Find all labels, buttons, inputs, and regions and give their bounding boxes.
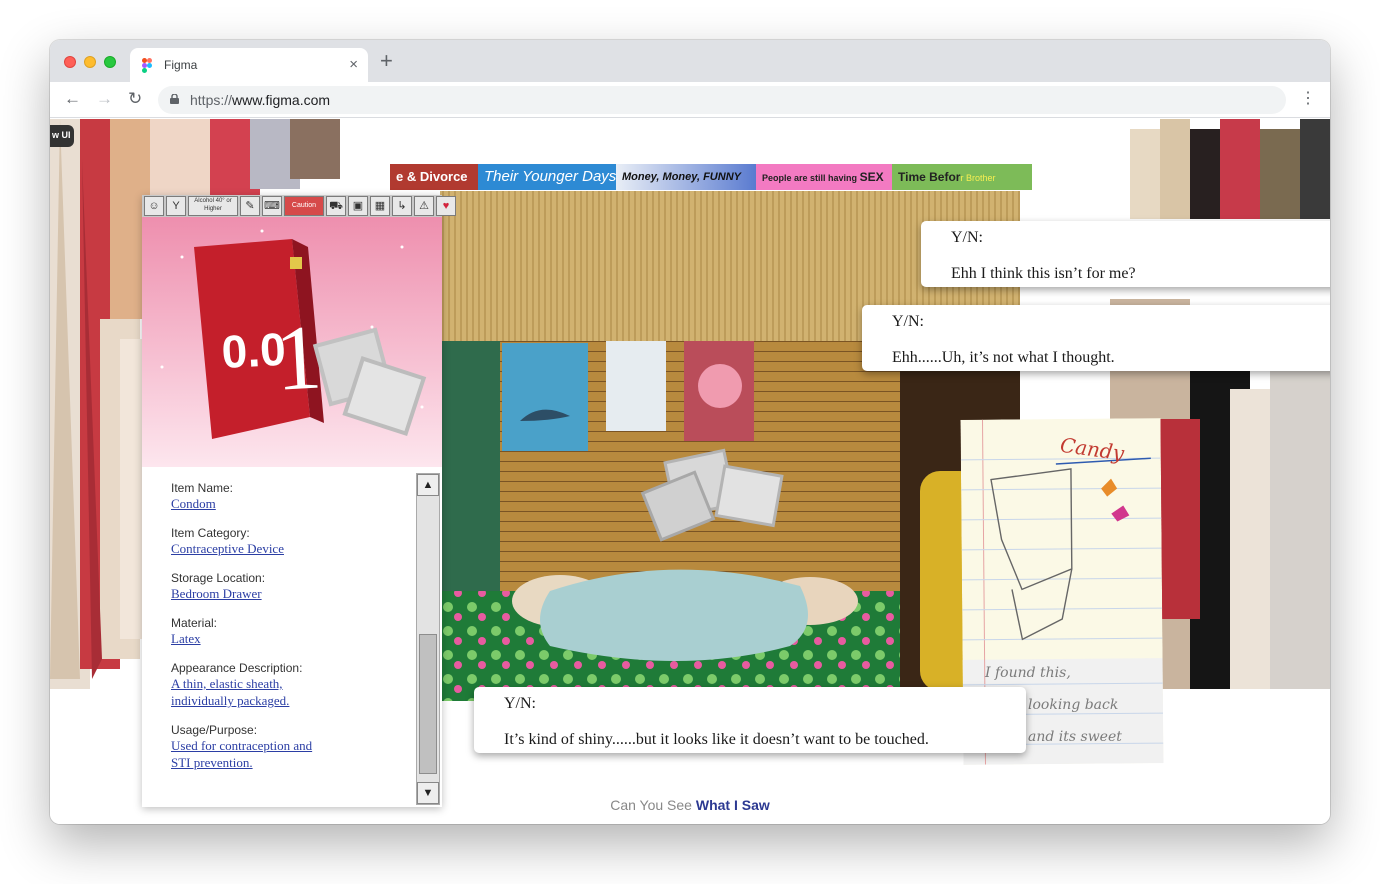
appearance-link[interactable]: A thin, elastic sheath, individually pac… — [171, 675, 301, 709]
dialog-line: Ehh I think this isn’t for me? — [951, 265, 1136, 282]
item-detail-list: Item Name: Condom Item Category: Contrac… — [142, 467, 414, 807]
browser-window: Figma × + ← → ↻ https://www.figma.com ⋮ — [50, 40, 1330, 824]
field-item-name: Item Name: Condom — [171, 481, 414, 512]
channel-label: People are still having — [762, 173, 858, 183]
field-appearance: Appearance Description: A thin, elastic … — [171, 661, 414, 709]
field-usage: Usage/Purpose: Used for contraception an… — [171, 723, 414, 771]
item-icon-toolbar: ☺ Y Alcohol 40° or Higher ✎ ⌨ Caution ⛟ … — [142, 195, 456, 217]
field-item-category: Item Category: Contraceptive Device — [171, 526, 414, 557]
keyboard-icon[interactable]: ⌨ — [262, 196, 282, 216]
chart-icon[interactable]: ▦ — [370, 196, 390, 216]
close-window-button[interactable] — [64, 56, 76, 68]
ui-badge: w UI — [50, 125, 74, 147]
dialog-box[interactable]: Y/N: Ehh I think this isn’t for me? — [921, 221, 1330, 287]
item-detail-panel: ☺ Y Alcohol 40° or Higher ✎ ⌨ Caution ⛟ … — [142, 195, 456, 807]
item-category-link[interactable]: Contraceptive Device — [171, 540, 351, 557]
dialog-box[interactable]: Y/N: Ehh......Uh, it’s not what I though… — [862, 305, 1330, 371]
picture-icon[interactable]: ▣ — [348, 196, 368, 216]
browser-menu-icon[interactable]: ⋮ — [1300, 88, 1316, 110]
browser-tab[interactable]: Figma × — [130, 48, 368, 82]
channel-time-before[interactable]: Time Beforr Brother — [892, 164, 1032, 190]
minimize-window-button[interactable] — [84, 56, 96, 68]
truck-icon[interactable]: ⛟ — [326, 196, 346, 216]
warning-icon[interactable]: ⚠ — [414, 196, 434, 216]
heart-icon[interactable]: ♥ — [436, 196, 456, 216]
channel-label: Money, Money, FUNNY — [622, 171, 741, 183]
page-footer: Can You See What I Saw — [50, 797, 1330, 813]
channel-younger-days[interactable]: Their Younger Days — [478, 164, 616, 190]
title-bar: Figma × + — [50, 40, 1330, 82]
storage-location-link[interactable]: Bedroom Drawer — [171, 585, 351, 602]
url-text: https://www.figma.com — [190, 92, 330, 108]
footer-accent: What I Saw — [695, 797, 770, 813]
url-host: www.figma.com — [232, 92, 331, 108]
address-bar[interactable]: https://www.figma.com — [158, 86, 1286, 114]
page-viewport: w UI e & Divorce Their Younger Days Mone… — [50, 119, 1330, 824]
dialog-speaker: Y/N: — [504, 695, 536, 712]
url-protocol: https:// — [190, 92, 233, 108]
new-tab-button[interactable]: + — [380, 50, 393, 72]
tab-title: Figma — [164, 58, 198, 72]
browser-toolbar: ← → ↻ https://www.figma.com ⋮ — [50, 82, 1330, 118]
maximize-window-button[interactable] — [104, 56, 116, 68]
field-label: Material: — [171, 616, 218, 630]
field-label: Usage/Purpose: — [171, 723, 258, 737]
reload-button[interactable]: ↻ — [128, 88, 142, 110]
cocktail-icon[interactable]: Y — [166, 196, 186, 216]
footer-prefix: Can You See — [610, 797, 696, 813]
note-line-2: looking back — [1028, 697, 1119, 713]
dialog-box[interactable]: Y/N: It’s kind of shiny......but it look… — [474, 687, 1026, 753]
field-label: Item Category: — [171, 526, 250, 540]
channel-label-big: SEX — [859, 170, 884, 184]
note-line-3: and its sweet — [1028, 729, 1122, 745]
dialog-line: Ehh......Uh, it’s not what I thought. — [892, 349, 1115, 366]
channel-bar: e & Divorce Their Younger Days Money, Mo… — [390, 164, 1032, 190]
scroll-up-button[interactable]: ▲ — [417, 474, 439, 496]
lock-icon — [170, 94, 179, 104]
channel-label: e & Divorce — [396, 169, 468, 184]
dialog-speaker: Y/N: — [892, 313, 924, 330]
field-storage-location: Storage Location: Bedroom Drawer — [171, 571, 414, 602]
channel-money[interactable]: Money, Money, FUNNY — [616, 164, 756, 190]
tab-close-icon[interactable]: × — [349, 56, 358, 73]
channel-label: Their Younger Days — [484, 168, 616, 185]
caution-icon[interactable]: Caution — [284, 196, 324, 216]
item-name-link[interactable]: Condom — [171, 495, 351, 512]
forward-button[interactable]: → — [96, 88, 113, 110]
detail-scrollbar[interactable]: ▲ ▼ — [416, 473, 440, 805]
material-link[interactable]: Latex — [171, 630, 351, 647]
scroll-thumb[interactable] — [419, 634, 437, 774]
channel-divorce[interactable]: e & Divorce — [390, 164, 478, 190]
condom-product-image: 0.0 1 — [142, 217, 442, 467]
channel-label-small: r Brother — [960, 173, 996, 183]
field-label: Storage Location: — [171, 571, 266, 585]
face-icon[interactable]: ☺ — [144, 196, 164, 216]
figma-icon — [142, 58, 152, 73]
dialog-speaker: Y/N: — [951, 229, 983, 246]
dialog-line: It’s kind of shiny......but it looks lik… — [504, 731, 929, 748]
field-material: Material: Latex — [171, 616, 414, 647]
channel-sex[interactable]: People are still having SEX — [756, 164, 892, 190]
field-label: Appearance Description: — [171, 661, 303, 675]
back-button[interactable]: ← — [64, 88, 81, 110]
field-label: Item Name: — [171, 481, 234, 495]
alcohol-label-icon[interactable]: Alcohol 40° or Higher — [188, 196, 238, 216]
pen-icon[interactable]: ✎ — [240, 196, 260, 216]
arrow-icon[interactable]: ↳ — [392, 196, 412, 216]
channel-label: Time Befor — [898, 170, 961, 184]
usage-link[interactable]: Used for contraception and STI preventio… — [171, 737, 331, 771]
note-line-1: I found this, — [985, 665, 1071, 681]
